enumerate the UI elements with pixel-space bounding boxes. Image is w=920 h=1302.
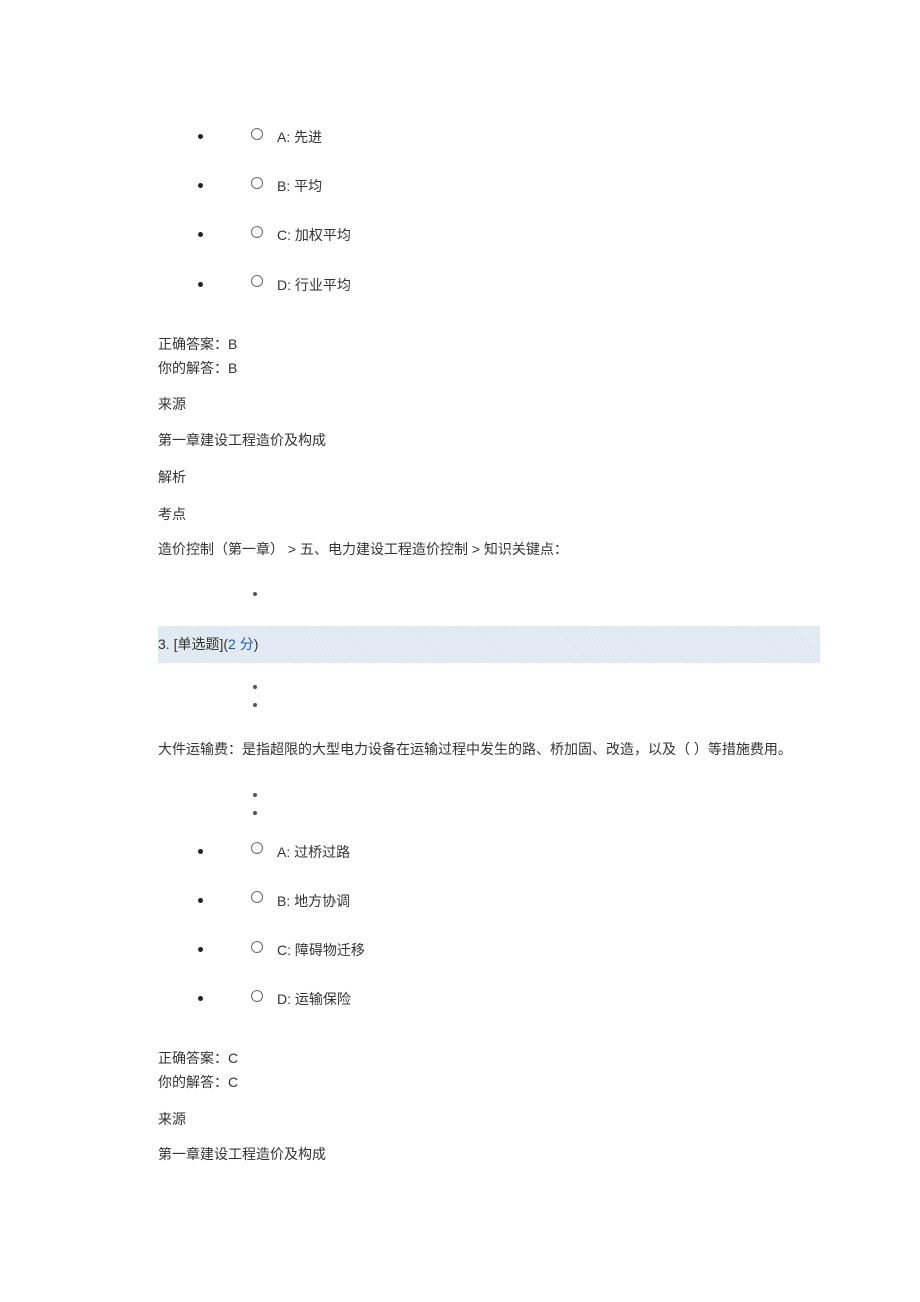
option-label: D: 行业平均: [277, 273, 351, 298]
q3-option-c[interactable]: C: 障碍物迁移: [198, 937, 820, 962]
q2-option-a[interactable]: A: 先进: [198, 124, 820, 149]
correct-answer: 正确答案：C: [158, 1047, 820, 1071]
correct-answer: 正确答案：B: [158, 333, 820, 357]
radio-icon[interactable]: [251, 275, 263, 287]
bullet-list: [253, 685, 820, 707]
q3-score: 2 分: [228, 636, 254, 652]
q3-header: 3. [单选题](2 分): [158, 626, 820, 663]
option-label: B: 地方协调: [277, 889, 350, 914]
point-label: 考点: [158, 502, 820, 527]
q3-number: 3.: [158, 636, 174, 652]
q2-options: A: 先进 B: 平均 C: 加权平均 D: 行业平均: [198, 124, 820, 297]
source-label: 来源: [158, 1107, 820, 1132]
radio-icon[interactable]: [251, 990, 263, 1002]
option-label: A: 先进: [277, 125, 322, 150]
q3-option-d[interactable]: D: 运输保险: [198, 986, 820, 1011]
q3-answers: 正确答案：C 你的解答：C: [158, 1047, 820, 1095]
bullet-icon: [253, 703, 257, 707]
q3-options: A: 过桥过路 B: 地方协调 C: 障碍物迁移 D: 运输保险: [198, 839, 820, 1012]
bullet-icon: [253, 592, 257, 596]
q3-stem: 大件运输费：是指超限的大型电力设备在运输过程中发生的路、桥加固、改造，以及（ ）…: [158, 737, 820, 762]
q2-option-d[interactable]: D: 行业平均: [198, 272, 820, 297]
bullet-icon: [253, 685, 257, 689]
option-label: A: 过桥过路: [277, 840, 350, 865]
source-label: 来源: [158, 392, 820, 417]
radio-icon[interactable]: [251, 128, 263, 140]
radio-icon[interactable]: [251, 941, 263, 953]
bullet-icon: [253, 793, 257, 797]
point-text: 造价控制（第一章） > 五、电力建设工程造价控制 > 知识关键点：: [158, 537, 820, 562]
source-text: 第一章建设工程造价及构成: [158, 428, 820, 453]
radio-icon[interactable]: [251, 842, 263, 854]
analysis-label: 解析: [158, 465, 820, 490]
option-label: D: 运输保险: [277, 987, 351, 1012]
your-answer: 你的解答：C: [158, 1071, 820, 1095]
your-answer: 你的解答：B: [158, 357, 820, 381]
q3-option-b[interactable]: B: 地方协调: [198, 888, 820, 913]
q3-option-a[interactable]: A: 过桥过路: [198, 839, 820, 864]
radio-icon[interactable]: [251, 177, 263, 189]
question-2-block: A: 先进 B: 平均 C: 加权平均 D: 行业平均 正确答案：B 你的解答：…: [158, 124, 820, 1167]
source-text: 第一章建设工程造价及构成: [158, 1142, 820, 1167]
bullet-list: [253, 793, 820, 815]
radio-icon[interactable]: [251, 226, 263, 238]
option-label: C: 加权平均: [277, 223, 351, 248]
option-label: C: 障碍物迁移: [277, 938, 365, 963]
q3-type: [单选题]: [174, 636, 224, 652]
radio-icon[interactable]: [251, 891, 263, 903]
bullet-list: [253, 592, 820, 596]
q2-option-b[interactable]: B: 平均: [198, 173, 820, 198]
option-label: B: 平均: [277, 174, 322, 199]
q2-option-c[interactable]: C: 加权平均: [198, 222, 820, 247]
q2-answers: 正确答案：B 你的解答：B: [158, 333, 820, 381]
bullet-icon: [253, 811, 257, 815]
